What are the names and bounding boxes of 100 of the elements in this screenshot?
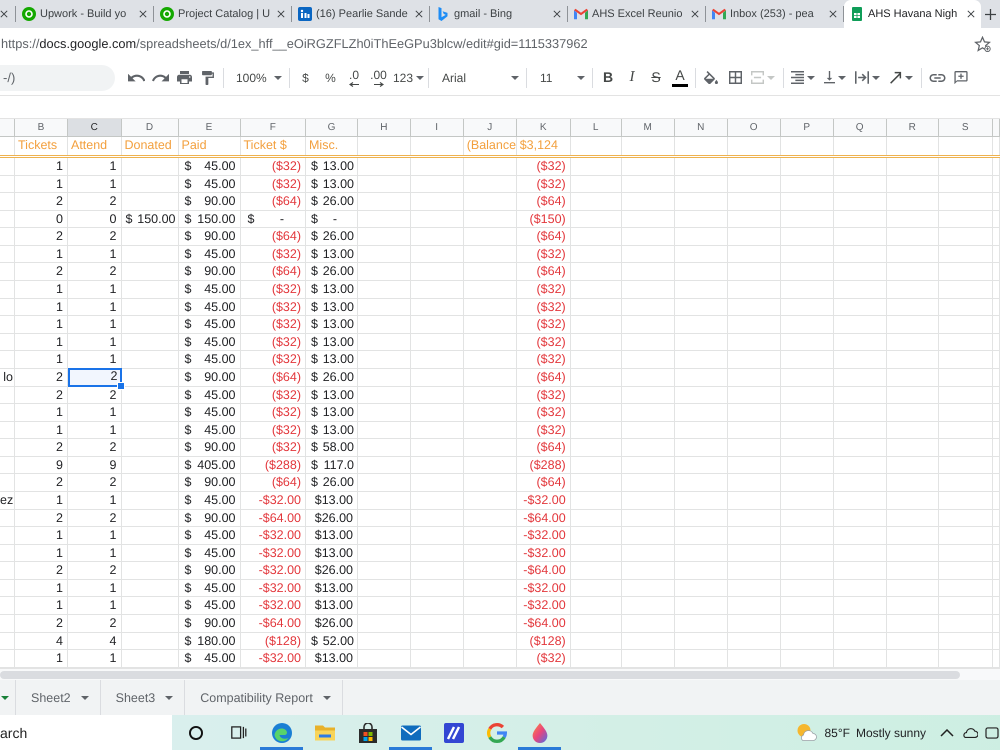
- font-size-dropdown[interactable]: 11: [530, 64, 589, 92]
- column-header[interactable]: Q: [834, 119, 887, 136]
- column-header[interactable]: K: [516, 119, 571, 136]
- table-cell[interactable]: 2: [68, 562, 122, 579]
- table-cell[interactable]: $ 45.00: [178, 597, 240, 614]
- table-cell[interactable]: $ 45.00: [178, 351, 240, 368]
- table-cell[interactable]: ($64): [240, 368, 306, 386]
- table-cell[interactable]: $ 58.00: [306, 439, 358, 456]
- strikethrough-button[interactable]: S: [644, 64, 668, 92]
- table-cell[interactable]: $13.00: [306, 544, 358, 562]
- decrease-decimals-button[interactable]: .0: [343, 64, 365, 92]
- table-cell[interactable]: -$64.00: [516, 510, 571, 526]
- table-cell[interactable]: -$32.00: [240, 597, 306, 614]
- table-cell[interactable]: 1: [68, 650, 122, 667]
- paint-bucket-icon[interactable]: [704, 70, 718, 84]
- table-cell[interactable]: ($32): [240, 439, 306, 456]
- table-cell[interactable]: $ 45.00: [178, 492, 240, 509]
- table-cell[interactable]: 2: [15, 615, 68, 632]
- table-cell[interactable]: 1: [68, 316, 122, 333]
- table-cell[interactable]: ($64): [516, 439, 571, 456]
- undo-icon[interactable]: [128, 74, 144, 82]
- close-icon[interactable]: [415, 10, 423, 18]
- close-icon[interactable]: [139, 10, 147, 18]
- add-comment-icon[interactable]: [954, 70, 968, 84]
- table-cell[interactable]: $ 45.00: [178, 404, 240, 421]
- table-cell[interactable]: $26.00: [306, 510, 358, 526]
- table-cell[interactable]: ($32): [516, 298, 571, 316]
- column-header[interactable]: E: [178, 119, 240, 136]
- table-cell[interactable]: ($64): [516, 193, 571, 210]
- table-cell[interactable]: ($64): [240, 263, 306, 280]
- table-cell[interactable]: $ 13.00: [306, 176, 358, 192]
- table-cell[interactable]: -$32.00: [516, 580, 571, 596]
- table-cell[interactable]: $ 13.00: [306, 316, 358, 333]
- number-format-dropdown[interactable]: 123: [392, 64, 425, 92]
- browser-tab[interactable]: AHS Havana Nigh: [844, 0, 981, 28]
- table-cell[interactable]: ($32): [516, 176, 571, 192]
- table-cell[interactable]: ($32): [516, 650, 571, 667]
- table-cell[interactable]: 2: [68, 263, 122, 280]
- text-color-button[interactable]: A: [668, 64, 692, 92]
- column-header[interactable]: J: [464, 119, 517, 136]
- table-cell[interactable]: $ 26.00: [306, 474, 358, 491]
- column-header[interactable]: R: [886, 119, 939, 136]
- table-cell[interactable]: 1: [68, 281, 122, 298]
- table-cell[interactable]: $ 117.0: [306, 456, 358, 474]
- table-cell[interactable]: 1: [68, 404, 122, 421]
- print-icon[interactable]: [176, 70, 192, 84]
- menu-search-field[interactable]: -/): [0, 64, 115, 90]
- table-cell[interactable]: $ 26.00: [306, 193, 358, 210]
- table-cell[interactable]: 1: [68, 492, 122, 509]
- bold-button[interactable]: B: [596, 64, 620, 92]
- scrollbar-thumb[interactable]: [0, 670, 960, 678]
- format-button[interactable]: %: [318, 64, 343, 92]
- table-cell[interactable]: $13.00: [306, 527, 358, 544]
- table-cell[interactable]: ($32): [516, 316, 571, 333]
- column-header[interactable]: D: [122, 119, 178, 136]
- table-cell[interactable]: -$32.00: [240, 527, 306, 544]
- column-header[interactable]: F: [240, 119, 306, 136]
- table-cell[interactable]: ($32): [240, 158, 306, 175]
- format-button[interactable]: $: [293, 64, 318, 92]
- table-cell[interactable]: 1: [15, 650, 68, 667]
- table-cell[interactable]: $ 45.00: [178, 281, 240, 298]
- table-cell[interactable]: ($288): [240, 456, 306, 474]
- table-cell[interactable]: 1: [15, 281, 68, 298]
- table-cell[interactable]: $ 90.00: [178, 510, 240, 526]
- column-header[interactable]: G: [306, 119, 358, 136]
- table-cell[interactable]: ez: [0, 492, 15, 509]
- table-cell[interactable]: ($288): [516, 456, 571, 474]
- screen-icon[interactable]: [985, 726, 999, 738]
- table-cell[interactable]: 2: [15, 386, 68, 404]
- font-dropdown[interactable]: Arial: [432, 64, 523, 92]
- caret-icon[interactable]: [905, 76, 913, 80]
- table-cell[interactable]: $13.00: [306, 492, 358, 509]
- redo-icon[interactable]: [152, 74, 168, 82]
- column-header[interactable]: P: [780, 119, 834, 136]
- table-cell[interactable]: 1: [68, 544, 122, 562]
- table-cell[interactable]: ($32): [240, 351, 306, 368]
- table-cell[interactable]: ($32): [516, 351, 571, 368]
- table-cell[interactable]: $ 13.00: [306, 158, 358, 175]
- table-cell[interactable]: ($64): [516, 474, 571, 491]
- table-cell[interactable]: $ 45.00: [178, 298, 240, 316]
- table-cell[interactable]: -$32.00: [240, 492, 306, 509]
- table-cell[interactable]: -$64.00: [240, 510, 306, 526]
- table-cell[interactable]: $ 13.00: [306, 422, 358, 438]
- table-cell[interactable]: 1: [68, 527, 122, 544]
- table-cell[interactable]: 2: [15, 263, 68, 280]
- table-cell[interactable]: $26.00: [306, 562, 358, 579]
- table-cell[interactable]: ($32): [516, 404, 571, 421]
- paint-roller-icon[interactable]: [202, 70, 214, 84]
- table-cell[interactable]: $ 90.00: [178, 562, 240, 579]
- column-header[interactable]: O: [728, 119, 781, 136]
- table-cell[interactable]: $ 405.00: [178, 456, 240, 474]
- table-cell[interactable]: ($32): [240, 176, 306, 192]
- table-cell[interactable]: 0: [68, 210, 122, 228]
- close-icon[interactable]: [277, 10, 285, 18]
- table-cell[interactable]: $13.00: [306, 597, 358, 614]
- browser-tab[interactable]: (16) Pearlie Sande: [292, 0, 429, 28]
- table-cell[interactable]: ($32): [240, 298, 306, 316]
- table-cell[interactable]: ($32): [516, 158, 571, 175]
- table-cell[interactable]: 2: [68, 386, 122, 404]
- column-header[interactable]: H: [358, 119, 411, 136]
